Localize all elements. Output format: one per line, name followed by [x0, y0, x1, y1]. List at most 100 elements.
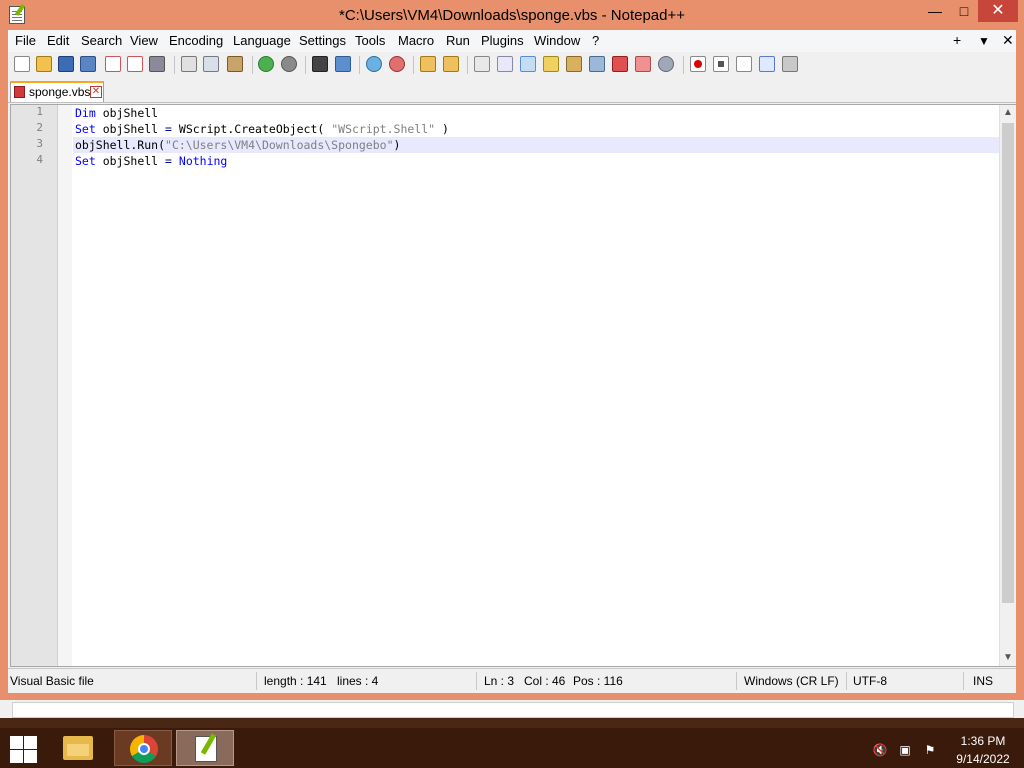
line-number: 4 [36, 153, 43, 166]
start-logo-pane [10, 750, 23, 763]
playback-macro-icon[interactable] [736, 56, 752, 72]
cut-icon[interactable] [181, 56, 197, 72]
save-icon[interactable] [58, 56, 74, 72]
menu-bar: File Edit Search View Encoding Language … [8, 30, 1016, 52]
taskbar-chrome[interactable] [114, 730, 172, 766]
paste-icon[interactable] [227, 56, 243, 72]
zoom-in-icon[interactable] [366, 56, 382, 72]
menu-language[interactable]: Language [233, 33, 291, 48]
minimize-button[interactable]: — [920, 0, 950, 22]
status-encoding[interactable]: UTF-8 [853, 674, 887, 688]
user-defined-language-icon[interactable] [543, 56, 559, 72]
string-token: "C:\Users\VM4\Downloads\Spongebo" [165, 138, 394, 152]
scroll-down-arrow-icon[interactable]: ▼ [1000, 650, 1016, 666]
indent-guide-icon[interactable] [520, 56, 536, 72]
toolbar [8, 52, 1016, 78]
unsaved-file-icon [14, 86, 25, 98]
find-icon[interactable] [312, 56, 328, 72]
status-column: Col : 46 [524, 674, 566, 688]
close-window-button[interactable]: ✕ [978, 0, 1018, 22]
word-wrap-icon[interactable] [474, 56, 490, 72]
redo-icon[interactable] [281, 56, 297, 72]
code-token: objShell [95, 106, 159, 120]
menu-window[interactable]: Window [534, 33, 580, 48]
open-file-icon[interactable] [36, 56, 52, 72]
undo-icon[interactable] [258, 56, 274, 72]
menu-help[interactable]: ? [592, 33, 599, 48]
code-token: objShell.Run( [75, 138, 166, 152]
action-center-flag-icon[interactable]: ⚑ [922, 742, 938, 758]
menu-plugins[interactable]: Plugins [481, 33, 524, 48]
replace-icon[interactable] [335, 56, 351, 72]
scrollbar-thumb[interactable] [1002, 123, 1014, 603]
menu-run[interactable]: Run [446, 33, 470, 48]
record-macro-icon[interactable] [690, 56, 706, 72]
tab-close-icon[interactable]: ✕ [90, 86, 102, 98]
function-list-icon[interactable] [589, 56, 605, 72]
status-eol[interactable]: Windows (CR LF) [744, 674, 839, 688]
code-line-3[interactable]: objShell.Run("C:\Users\VM4\Downloads\Spo… [75, 137, 400, 153]
scroll-up-arrow-icon[interactable]: ▲ [1000, 105, 1016, 121]
close-all-icon[interactable] [127, 56, 143, 72]
copy-icon[interactable] [203, 56, 219, 72]
tab-list-dropdown-button[interactable]: ▼ [978, 34, 990, 48]
save-all-icon[interactable] [80, 56, 96, 72]
new-tab-plus-button[interactable]: + [953, 32, 961, 48]
taskbar-file-explorer[interactable] [49, 730, 107, 766]
code-line-2[interactable]: Set objShell = WScript.CreateObject( "WS… [75, 121, 449, 137]
clock-time[interactable]: 1:36 PM [948, 734, 1018, 748]
eye-icon[interactable] [658, 56, 674, 72]
stop-record-icon[interactable] [713, 56, 729, 72]
close-document-button[interactable]: ✕ [1002, 32, 1014, 49]
maximize-button[interactable]: □ [950, 0, 978, 22]
run-macro-multiple-icon[interactable] [759, 56, 775, 72]
fold-margin[interactable] [58, 105, 72, 666]
taskbar-notepadpp[interactable] [176, 730, 234, 766]
show-all-characters-icon[interactable] [497, 56, 513, 72]
menu-tools[interactable]: Tools [355, 33, 385, 48]
start-logo-pane [10, 736, 23, 749]
close-icon[interactable] [105, 56, 121, 72]
volume-muted-icon[interactable]: 🔇 [872, 742, 888, 758]
menu-encoding[interactable]: Encoding [169, 33, 223, 48]
status-line-number: Ln : 3 [484, 674, 515, 688]
clock-date[interactable]: 9/14/2022 [948, 752, 1018, 766]
menu-macro[interactable]: Macro [398, 33, 434, 48]
keyword-token: Set [75, 122, 96, 136]
status-divider [256, 672, 257, 690]
sync-horizontal-icon[interactable] [443, 56, 459, 72]
code-token: ) [435, 122, 449, 136]
new-file-icon[interactable] [14, 56, 30, 72]
windows-start-icon[interactable] [8, 734, 38, 764]
menu-edit[interactable]: Edit [47, 33, 69, 48]
title-bar[interactable]: *C:\Users\VM4\Downloads\sponge.vbs - Not… [0, 0, 1024, 30]
zoom-out-icon[interactable] [389, 56, 405, 72]
menu-settings[interactable]: Settings [299, 33, 346, 48]
save-macro-icon[interactable] [782, 56, 798, 72]
print-icon[interactable] [149, 56, 165, 72]
menu-file[interactable]: File [15, 33, 36, 48]
menu-view[interactable]: View [130, 33, 158, 48]
network-icon[interactable]: ▣ [897, 742, 913, 758]
keyword-token: Nothing [171, 154, 228, 168]
folder-as-workspace-icon[interactable] [612, 56, 628, 72]
code-area[interactable]: Dim objShell Set objShell = WScript.Crea… [73, 105, 999, 666]
status-insert-mode[interactable]: INS [973, 674, 993, 688]
line-number: 1 [36, 105, 43, 118]
monitoring-icon[interactable] [635, 56, 651, 72]
line-number-margin: 1 2 3 4 [11, 105, 58, 666]
chrome-icon [130, 735, 158, 763]
sync-vertical-icon[interactable] [420, 56, 436, 72]
vertical-scrollbar[interactable]: ▲ ▼ [999, 105, 1016, 666]
text-editor[interactable]: 1 2 3 4 Dim objShell Set objShell = WScr… [10, 104, 1016, 667]
code-line-1[interactable]: Dim objShell [75, 105, 158, 121]
tab-sponge-vbs[interactable]: sponge.vbs ✕ [10, 81, 104, 102]
toolbar-separator [305, 56, 306, 74]
operator-token: = [165, 154, 172, 168]
keyword-token: Dim [75, 106, 96, 120]
status-lines: lines : 4 [337, 674, 379, 688]
code-line-4[interactable]: Set objShell = Nothing [75, 153, 227, 169]
string-token: "WScript.Shell" [331, 122, 436, 136]
document-map-icon[interactable] [566, 56, 582, 72]
menu-search[interactable]: Search [81, 33, 122, 48]
